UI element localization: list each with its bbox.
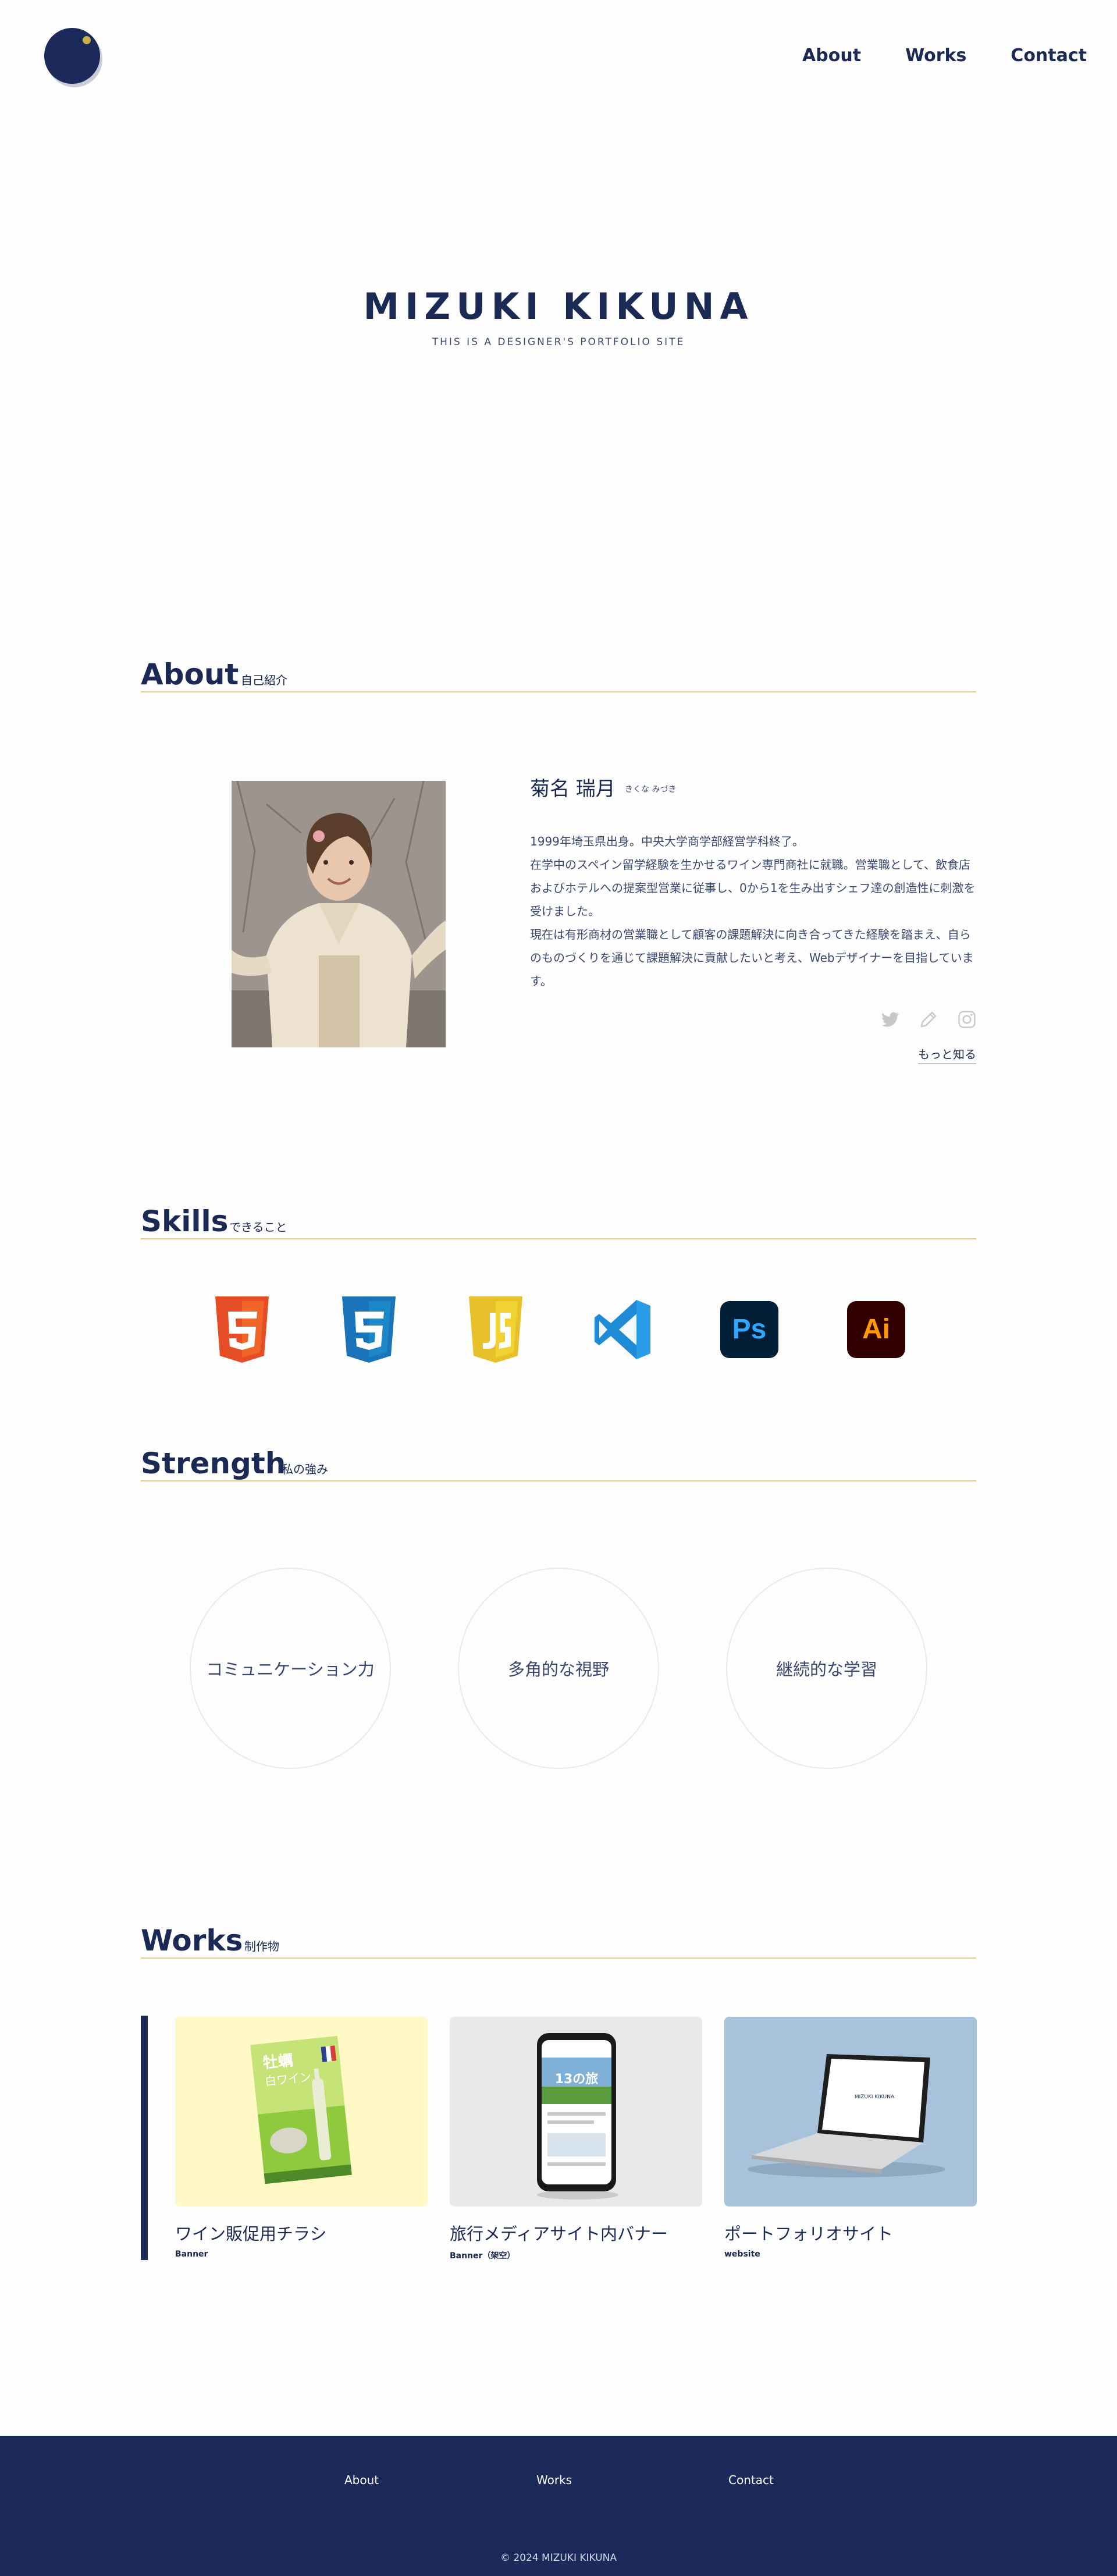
strength-subtitle: 私の強み (282, 1462, 328, 1476)
work-thumbnail[interactable]: 牡蠣 白ワイン (175, 2017, 428, 2207)
strength-title: Strength (141, 1447, 286, 1480)
work-card[interactable]: MIZUKI KIKUNA ポートフォリオサイト website (724, 2017, 977, 2259)
copyright: © 2024 MIZUKI KIKUNA (500, 2552, 617, 2564)
nav-about-link[interactable]: About (802, 45, 861, 66)
site-logo[interactable] (44, 28, 104, 87)
work-thumbnail[interactable]: 13の旅 (450, 2017, 702, 2207)
site-footer: About Works Contact © 2024 MIZUKI KIKUNA (0, 2436, 1117, 2576)
wine-flyer-image: 牡蠣 白ワイン (175, 2017, 428, 2207)
profile-photo-illustration (232, 781, 446, 1047)
strength-heading: Strength 私の強み (141, 1447, 976, 1481)
instagram-icon[interactable] (956, 1009, 977, 1030)
profile-photo (232, 781, 446, 1047)
skills-subtitle: できること (229, 1220, 287, 1234)
strength-circle: 多角的な視野 (458, 1568, 659, 1769)
work-tag: Banner (175, 2250, 208, 2259)
about-heading: About 自己紹介 (141, 658, 976, 692)
about-bio: 1999年埼玉県出身。中央大学商学部経営学科終了。 在学中のスペイン留学経験を生… (530, 830, 976, 993)
works-heading: Works 制作物 (141, 1924, 976, 1959)
works-subtitle: 制作物 (244, 1939, 279, 1953)
footer-works-link[interactable]: Works (536, 2473, 572, 2487)
about-title: About (141, 658, 239, 691)
header-nav: About Works Contact (802, 45, 1087, 66)
social-links (880, 1009, 977, 1030)
hero-title: MIZUKI KIKUNA (363, 285, 754, 328)
logo-dot (83, 36, 91, 44)
works-accent-bar (141, 2016, 148, 2260)
skills-title: Skills (141, 1204, 229, 1238)
work-title: ワイン販促用チラシ (175, 2224, 327, 2244)
portfolio-laptop-image: MIZUKI KIKUNA (724, 2017, 977, 2207)
strength-label: 多角的な視野 (507, 1660, 609, 1679)
footer-about-link[interactable]: About (344, 2473, 379, 2487)
work-tag: Banner（架空） (450, 2251, 515, 2261)
about-name-kana: きくな みづき (625, 785, 677, 794)
css3-icon (339, 1295, 399, 1364)
javascript-icon (465, 1295, 526, 1364)
twitter-icon[interactable] (880, 1009, 901, 1030)
phone-banner-text: 13の旅 (555, 2072, 599, 2087)
about-more-link[interactable]: もっと知る (918, 1045, 976, 1064)
about-paragraph: 現在は有形商材の営業職として顧客の課題解決に向き合ってきた経験を踏まえ、自らのも… (530, 928, 974, 988)
about-paragraph: 1999年埼玉県出身。中央大学商学部経営学科終了。 (530, 834, 804, 848)
strength-label: コミュニケーション力 (206, 1660, 375, 1679)
html5-icon (212, 1295, 272, 1364)
about-subtitle: 自己紹介 (241, 673, 287, 687)
work-card[interactable]: 牡蠣 白ワイン ワイン販促用チラシ Banner (175, 2017, 428, 2259)
skills-heading: Skills できること (141, 1204, 976, 1239)
laptop-screen-text: MIZUKI KIKUNA (855, 2094, 895, 2100)
photoshop-icon-label: Ps (732, 1314, 767, 1345)
illustrator-icon-label: Ai (862, 1314, 890, 1345)
nav-works-link[interactable]: Works (905, 45, 966, 66)
work-thumbnail[interactable]: MIZUKI KIKUNA (724, 2017, 977, 2207)
about-name: 菊名 瑞月 (530, 777, 616, 801)
photoshop-icon: Ps (719, 1295, 780, 1364)
about-paragraph: 在学中のスペイン留学経験を生かせるワイン専門商社に就職。営業職として、飲食店およ… (530, 858, 976, 918)
illustrator-icon: Ai (846, 1295, 906, 1364)
work-tag: website (724, 2250, 760, 2259)
pencil-icon[interactable] (918, 1009, 939, 1030)
works-title: Works (141, 1924, 243, 1957)
work-card[interactable]: 13の旅 旅行メディアサイト内バナー Banner（架空） (450, 2017, 702, 2261)
strength-label: 継続的な学習 (776, 1660, 877, 1679)
skills-list: Ps Ai (212, 1295, 905, 1364)
work-title: 旅行メディアサイト内バナー (450, 2224, 668, 2244)
nav-contact-link[interactable]: Contact (1011, 45, 1087, 66)
vscode-icon (592, 1295, 653, 1364)
strength-circle: コミュニケーション力 (190, 1568, 391, 1769)
strength-circle: 継続的な学習 (726, 1568, 927, 1769)
flyer-heading: 牡蠣 (262, 2052, 294, 2072)
travel-banner-image: 13の旅 (450, 2017, 702, 2207)
work-title: ポートフォリオサイト (724, 2224, 894, 2244)
hero-subtitle: THIS IS A DESIGNER'S PORTFOLIO SITE (432, 336, 685, 348)
footer-contact-link[interactable]: Contact (728, 2473, 774, 2487)
logo-disc (44, 28, 100, 84)
